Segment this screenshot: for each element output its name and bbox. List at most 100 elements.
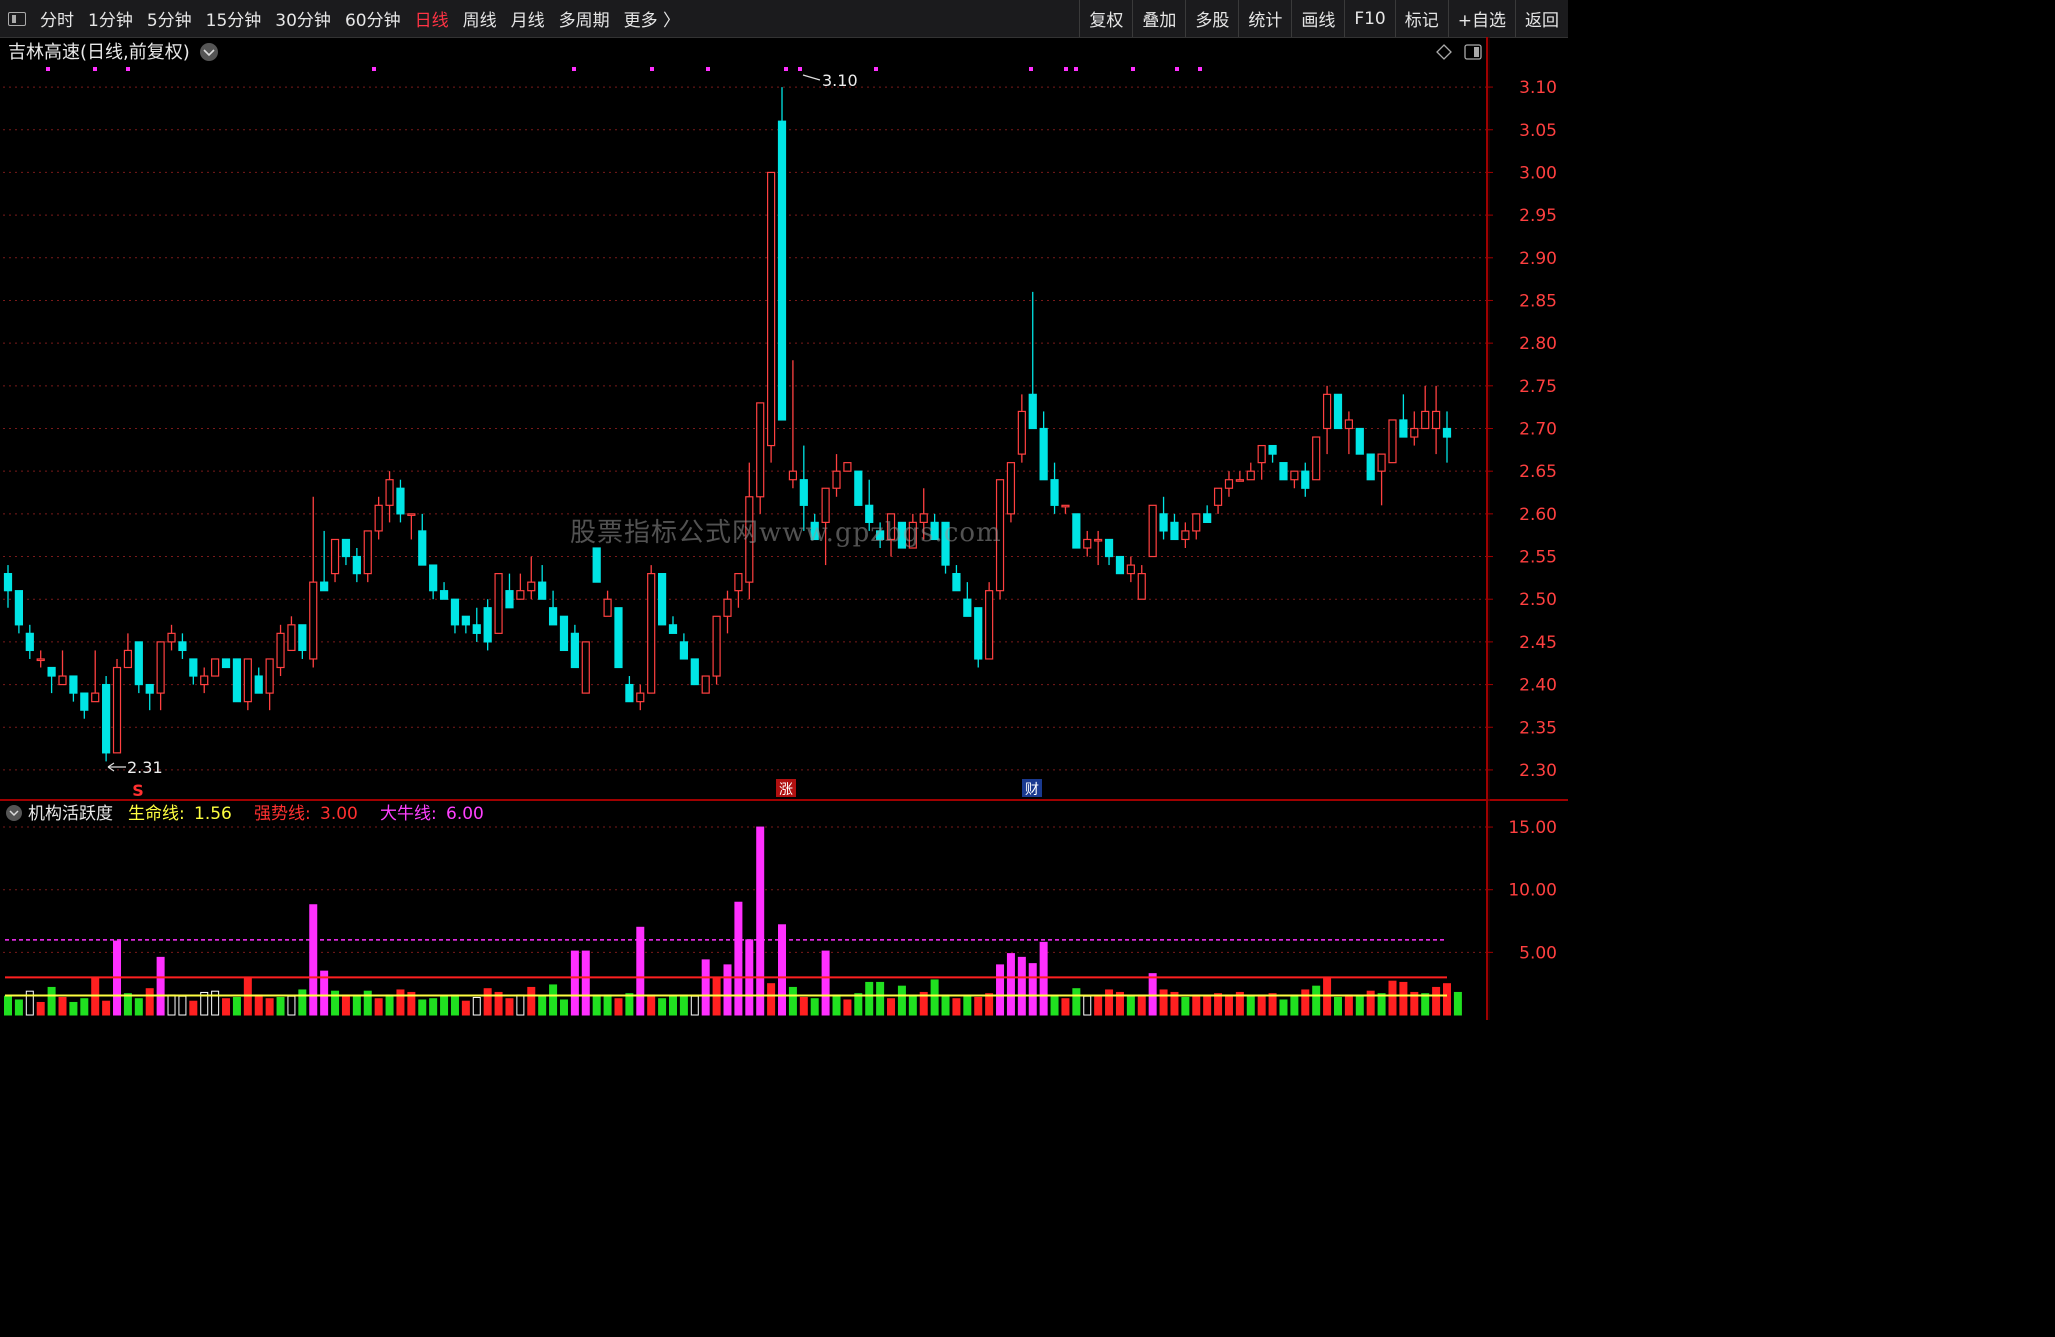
- price-tick-label: 2.30: [1519, 761, 1557, 781]
- high-arrow-line: [802, 74, 821, 81]
- toolbar-button-5[interactable]: F10: [1344, 0, 1394, 37]
- indicator-bar: [734, 901, 743, 1016]
- candle-body: [156, 641, 165, 694]
- candle-body: [788, 470, 798, 481]
- indicator-bar: [647, 994, 656, 1016]
- candle-body: [1235, 479, 1244, 482]
- indicator-bar: [1159, 989, 1168, 1016]
- indicator-bar: [1094, 995, 1103, 1016]
- price-tick-label: 2.65: [1519, 462, 1557, 482]
- chart-labels: 吉林高速(日线,前复权) 3.10 2.31 S 涨 财机构活跃度 生命线: 1.56 强势线:…: [6, 42, 1482, 824]
- signal-dot: [1029, 67, 1033, 71]
- indicator-bar: [930, 979, 939, 1016]
- candle-body: [505, 590, 514, 609]
- candle-body: [1322, 393, 1332, 430]
- toolbar-button-6[interactable]: 标记: [1394, 0, 1448, 37]
- candle-body: [396, 487, 405, 515]
- price-tick-label: 3.05: [1519, 121, 1557, 141]
- toolbar-button-8[interactable]: 返回: [1515, 0, 1568, 37]
- candle-body: [1301, 470, 1310, 489]
- period-tab-1[interactable]: 1分钟: [88, 6, 133, 31]
- period-tab-4[interactable]: 30分钟: [275, 6, 331, 31]
- candle-body: [47, 666, 56, 677]
- candle-body: [734, 573, 743, 592]
- indicator-bar: [701, 959, 710, 1016]
- indicator-bar: [581, 950, 590, 1016]
- indicator-bar: [603, 994, 612, 1016]
- signal-dot: [706, 67, 710, 71]
- indicator-bar: [625, 993, 634, 1016]
- candle-body: [1410, 427, 1419, 438]
- toolbar-button-1[interactable]: 叠加: [1132, 0, 1185, 37]
- candlesticks: [3, 87, 1452, 762]
- price-tick-label: 2.75: [1519, 377, 1557, 397]
- indicator-tick-label: 15.00: [1508, 818, 1557, 838]
- indicator-bar: [396, 989, 405, 1016]
- candle-body: [527, 581, 536, 592]
- indicator-bar: [1224, 994, 1233, 1016]
- signal-dot: [1064, 67, 1068, 71]
- period-tab-2[interactable]: 5分钟: [147, 6, 192, 31]
- candle-body: [483, 607, 492, 643]
- signal-dot: [1175, 67, 1179, 71]
- candle-body: [461, 615, 470, 626]
- window-toggle-icon[interactable]: [8, 11, 26, 26]
- indicator-bar: [1203, 995, 1212, 1016]
- candle-body: [1399, 419, 1408, 438]
- indicator-line-label: 大牛线:: [380, 804, 437, 824]
- title-dropdown-icon[interactable]: [200, 43, 218, 61]
- candle-body: [1126, 564, 1135, 575]
- indicator-bar: [69, 1001, 78, 1016]
- price-tick-label: 2.60: [1519, 505, 1557, 525]
- price-tick-label: 2.70: [1519, 420, 1557, 440]
- indicator-bar: [102, 1000, 111, 1016]
- candle-body: [756, 402, 765, 498]
- indicator-bar: [429, 998, 438, 1016]
- candle-body: [25, 632, 34, 652]
- candle-body: [91, 692, 100, 703]
- period-tab-7[interactable]: 周线: [463, 6, 497, 31]
- diamond-icon[interactable]: [1436, 44, 1452, 60]
- candle-body: [112, 666, 122, 754]
- candle-body: [494, 573, 503, 634]
- indicator-line-label: 强势线:: [254, 804, 311, 824]
- indicator-bar: [1137, 994, 1146, 1016]
- period-tab-10[interactable]: 更多 〉: [624, 6, 680, 31]
- candle-body: [243, 658, 252, 703]
- candle-body: [221, 658, 231, 669]
- indicator-bar: [549, 984, 558, 1016]
- candle-body: [363, 530, 372, 575]
- indicator-bar: [309, 904, 318, 1016]
- period-tab-8[interactable]: 月线: [511, 6, 545, 31]
- period-tab-9[interactable]: 多周期: [559, 6, 610, 31]
- indicator-dropdown-icon[interactable]: [6, 805, 22, 821]
- candle-body: [1061, 504, 1070, 508]
- toolbar-button-0[interactable]: 复权: [1079, 0, 1132, 37]
- indicator-bar: [418, 999, 427, 1016]
- period-tab-0[interactable]: 分时: [40, 6, 74, 31]
- indicator-bar: [974, 996, 983, 1016]
- indicator-bar: [1443, 983, 1451, 1016]
- toolbar-button-3[interactable]: 统计: [1238, 0, 1291, 37]
- indicator-bar: [1377, 993, 1386, 1016]
- indicator-bar: [1039, 941, 1048, 1016]
- price-tick-label: 2.95: [1519, 206, 1557, 226]
- watermark: 股票指标公式网www.gpzbgs.com: [570, 518, 1002, 548]
- period-tab-3[interactable]: 15分钟: [206, 6, 262, 31]
- signal-dot: [1131, 67, 1135, 71]
- candle-body: [963, 598, 972, 617]
- candle-body: [341, 538, 351, 558]
- period-tab-6[interactable]: 日线: [415, 6, 449, 31]
- toolbar-button-7[interactable]: +自选: [1447, 0, 1515, 37]
- price-tick-label: 3.00: [1519, 163, 1557, 183]
- candle-body: [690, 658, 699, 686]
- toolbar-button-4[interactable]: 画线: [1291, 0, 1344, 37]
- indicator-bars: [4, 826, 1462, 1016]
- price-tick-label: 2.55: [1519, 548, 1557, 568]
- toolbar-button-2[interactable]: 多股: [1185, 0, 1238, 37]
- limit-up-label: 涨: [779, 782, 793, 798]
- chart-title: 吉林高速(日线,前复权): [8, 42, 190, 63]
- indicator-line-label: 生命线:: [128, 804, 185, 824]
- period-tab-5[interactable]: 60分钟: [345, 6, 401, 31]
- indicator-bar: [123, 993, 132, 1016]
